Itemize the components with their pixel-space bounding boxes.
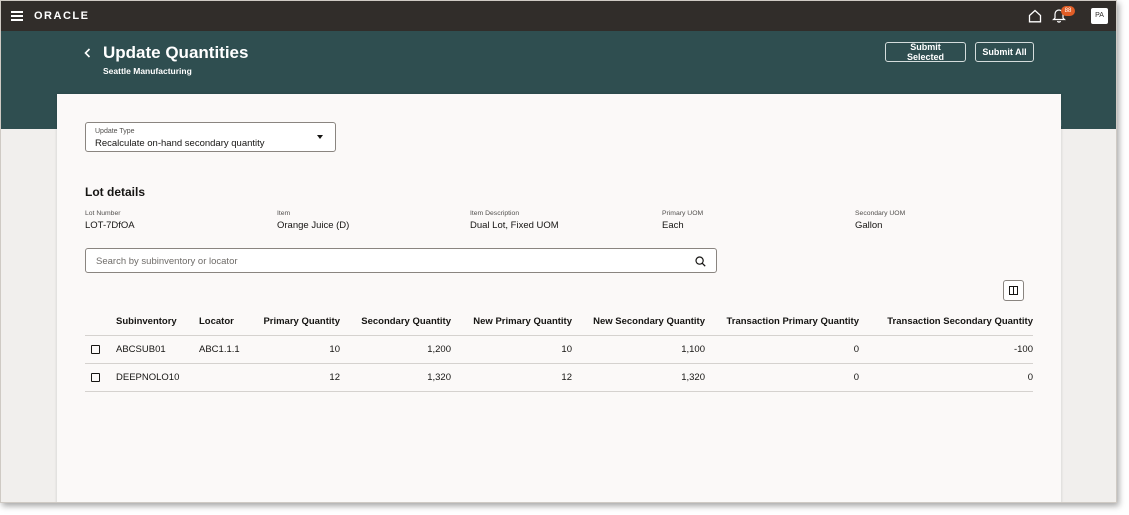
cell-transaction-primary-quantity: 0 <box>705 363 859 392</box>
dropdown-caret-icon <box>317 135 323 139</box>
submit-selected-button[interactable]: Submit Selected <box>885 42 966 62</box>
back-chevron-icon[interactable] <box>81 46 95 60</box>
primary-uom-field: Primary UOM Each <box>662 210 703 231</box>
user-avatar[interactable]: PA <box>1091 8 1108 24</box>
cell-secondary-quantity: 1,320 <box>340 363 451 392</box>
item-description-label: Item Description <box>470 210 520 217</box>
table-row[interactable]: ABCSUB01 ABC1.1.1 10 1,200 10 1,100 0 -1… <box>85 335 1033 364</box>
column-header-primary-quantity[interactable]: Primary Quantity <box>259 308 340 336</box>
cell-new-primary-quantity: 12 <box>451 363 572 392</box>
cell-transaction-secondary-quantity: -100 <box>859 335 1033 364</box>
search-input[interactable] <box>94 253 678 270</box>
column-header-transaction-secondary-quantity[interactable]: Transaction Secondary Quantity <box>859 308 1033 336</box>
update-type-select[interactable]: Update Type Recalculate on-hand secondar… <box>85 122 336 152</box>
cell-transaction-primary-quantity: 0 <box>705 335 859 364</box>
secondary-uom-value: Gallon <box>855 220 883 231</box>
notification-count-badge: 88 <box>1061 6 1075 16</box>
column-header-transaction-primary-quantity[interactable]: Transaction Primary Quantity <box>705 308 859 336</box>
lot-number-value: LOT-7DfOA <box>85 220 135 231</box>
cell-primary-quantity: 10 <box>259 335 340 364</box>
quantities-table: Subinventory Locator Primary Quantity Se… <box>85 308 1033 392</box>
cell-primary-quantity: 12 <box>259 363 340 392</box>
lot-number-label: Lot Number <box>85 210 121 217</box>
top-bar: ORACLE 88 PA <box>1 1 1116 31</box>
page-title: Update Quantities <box>103 43 249 62</box>
secondary-uom-field: Secondary UOM Gallon <box>855 210 905 231</box>
cell-secondary-quantity: 1,200 <box>340 335 451 364</box>
update-type-label: Update Type <box>95 128 135 135</box>
primary-uom-label: Primary UOM <box>662 210 704 217</box>
row-select-checkbox[interactable] <box>91 373 100 382</box>
cell-subinventory: ABCSUB01 <box>116 335 199 364</box>
select-column-header <box>85 308 116 336</box>
cell-locator: ABC1.1.1 <box>199 335 259 364</box>
cell-transaction-secondary-quantity: 0 <box>859 363 1033 392</box>
table-header-row: Subinventory Locator Primary Quantity Se… <box>85 308 1033 336</box>
item-description-field: Item Description Dual Lot, Fixed UOM <box>470 210 559 231</box>
cell-subinventory: DEEPNOLO10 <box>116 363 199 392</box>
cell-new-secondary-quantity: 1,320 <box>572 363 705 392</box>
row-select-checkbox[interactable] <box>91 345 100 354</box>
item-label: Item <box>277 210 291 217</box>
search-icon[interactable] <box>695 256 706 267</box>
columns-icon <box>1009 286 1018 295</box>
submit-all-button[interactable]: Submit All <box>975 42 1034 62</box>
home-icon[interactable] <box>1028 9 1042 23</box>
column-header-secondary-quantity[interactable]: Secondary Quantity <box>340 308 451 336</box>
item-description-value: Dual Lot, Fixed UOM <box>470 220 559 231</box>
secondary-uom-label: Secondary UOM <box>855 210 906 217</box>
menu-icon[interactable] <box>11 11 23 21</box>
cell-new-secondary-quantity: 1,100 <box>572 335 705 364</box>
lot-details-title: Lot details <box>85 185 146 199</box>
page-subtitle: Seattle Manufacturing <box>103 66 192 76</box>
table-row[interactable]: DEEPNOLO10 12 1,320 12 1,320 0 0 <box>85 363 1033 392</box>
column-header-new-primary-quantity[interactable]: New Primary Quantity <box>451 308 572 336</box>
app-window: ORACLE 88 PA Update Quantities Seattle M… <box>0 0 1117 503</box>
column-header-locator[interactable]: Locator <box>199 308 259 336</box>
cell-locator <box>199 363 259 392</box>
lot-number-field: Lot Number LOT-7DfOA <box>85 210 135 231</box>
update-type-value: Recalculate on-hand secondary quantity <box>95 138 265 149</box>
item-value: Orange Juice (D) <box>277 220 350 231</box>
cell-new-primary-quantity: 10 <box>451 335 572 364</box>
search-box <box>85 248 717 273</box>
item-field: Item Orange Juice (D) <box>277 210 349 231</box>
oracle-logo[interactable]: ORACLE <box>34 10 89 22</box>
content-card: Update Type Recalculate on-hand secondar… <box>57 94 1061 502</box>
column-header-subinventory[interactable]: Subinventory <box>116 308 199 336</box>
primary-uom-value: Each <box>662 220 684 231</box>
manage-columns-button[interactable] <box>1003 280 1024 301</box>
column-header-new-secondary-quantity[interactable]: New Secondary Quantity <box>572 308 705 336</box>
